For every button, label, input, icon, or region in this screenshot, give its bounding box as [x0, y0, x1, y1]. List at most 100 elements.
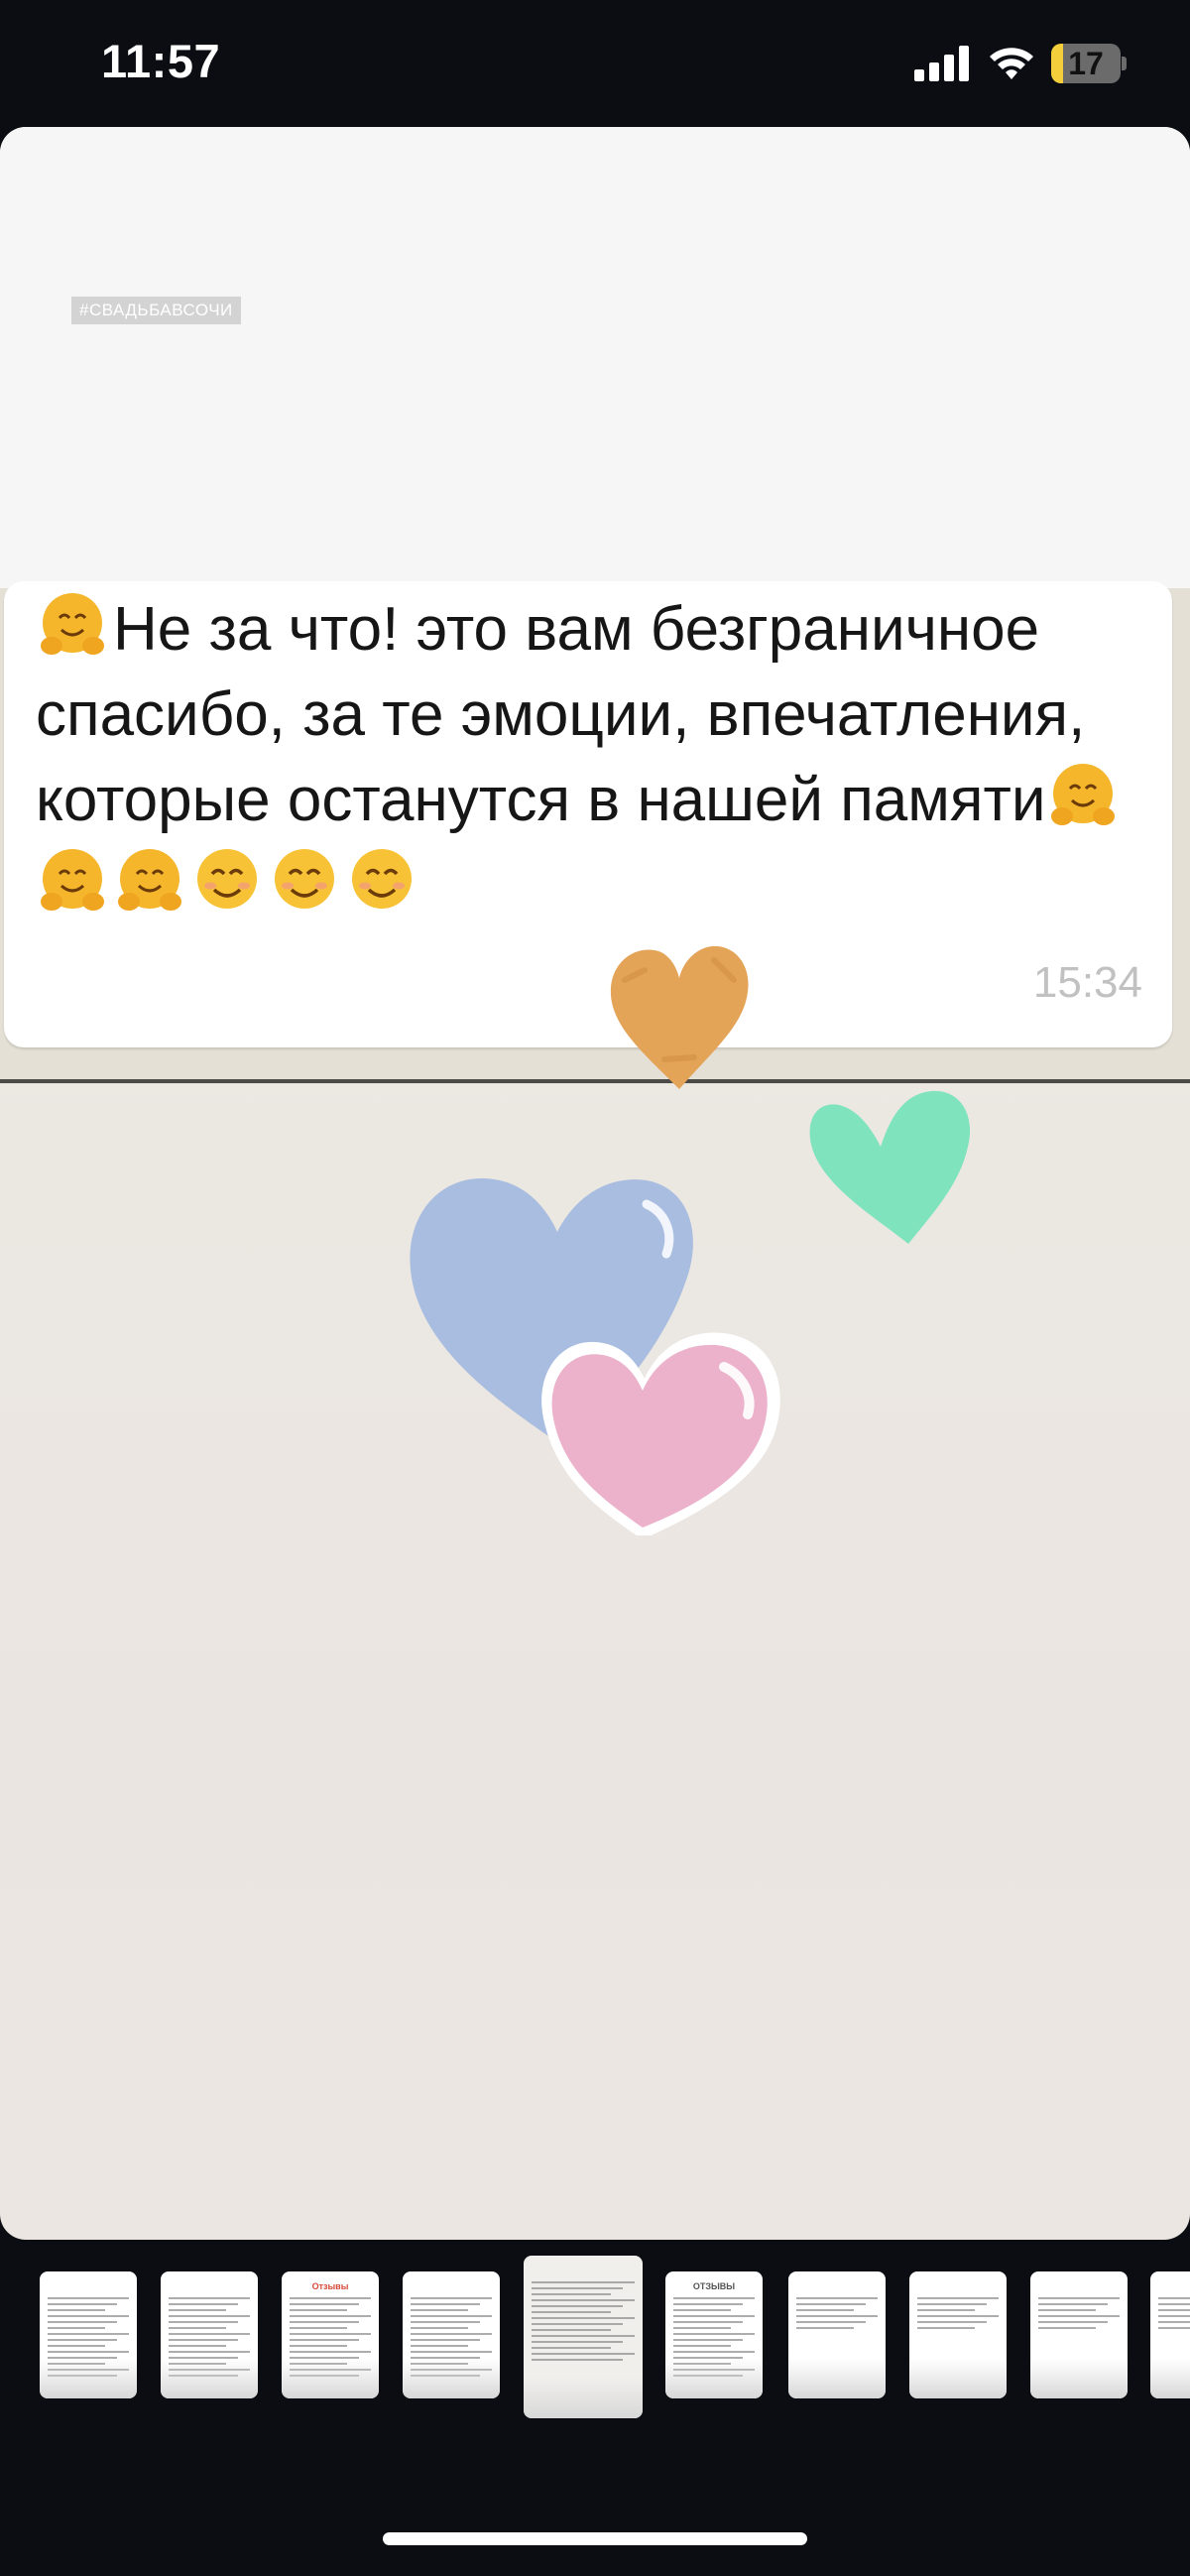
chat-message-text: Не за что! это вам безграничное спасибо,…: [36, 595, 1086, 834]
thumbnail-text-line: [411, 2333, 492, 2335]
thumbnail-text-line: [532, 2287, 623, 2289]
heart-pair-sticker[interactable]: [397, 1159, 853, 1539]
status-bar: 11:57 17: [0, 0, 1190, 127]
thumbnail-text-line: [411, 2309, 468, 2311]
pink-heart-sticker: [541, 1332, 780, 1539]
thumbnail-text-line: [1158, 2303, 1190, 2305]
thumbnail-text-line: [290, 2297, 371, 2299]
thumbnail-text-line: [917, 2309, 975, 2311]
thumbnail-text-line: [532, 2329, 611, 2331]
chat-message-bubble: Не за что! это вам безграничное спасибо,…: [4, 581, 1172, 1047]
story-header-area: #СВАДЬБАВСОЧИ: [0, 127, 1190, 588]
thumbnail-shade: [665, 2359, 763, 2398]
thumbnail-text-line: [1158, 2327, 1190, 2329]
thumbnail-text-line: [796, 2327, 854, 2329]
story-thumbnail[interactable]: [40, 2271, 137, 2398]
story-thumbnail[interactable]: [403, 2271, 500, 2398]
story-thumbnail[interactable]: Отзывы: [282, 2271, 379, 2398]
thumbnail-text-line: [411, 2351, 492, 2353]
thumbnail-text-line: [169, 2297, 250, 2299]
thumbnail-text-line: [532, 2293, 611, 2295]
chat-message: Не за что! это вам безграничное спасибо,…: [36, 587, 1146, 928]
thumbnail-text-line: [169, 2303, 238, 2305]
thumbnail-shade: [1150, 2359, 1190, 2398]
thumbnail-text-line: [290, 2339, 359, 2341]
battery-level: 17: [1068, 46, 1104, 81]
story-thumbnail[interactable]: [1150, 2271, 1190, 2398]
story-thumbnail[interactable]: ОТЗЫВЫ: [665, 2271, 763, 2398]
thumbnail-text-line: [411, 2321, 480, 2323]
story-thumbnail[interactable]: [788, 2271, 886, 2398]
thumbnail-text-line: [290, 2309, 347, 2311]
thumbnail-text-line: [169, 2309, 226, 2311]
story-thumbnail[interactable]: [909, 2271, 1007, 2398]
thumbnail-title: ОТЗЫВЫ: [692, 2281, 736, 2291]
hugging-face-emoji: [36, 844, 109, 918]
wifi-icon: [988, 44, 1035, 81]
story-thumbnail[interactable]: [161, 2271, 258, 2398]
thumbnail-text-line: [673, 2339, 743, 2341]
thumbnail-text-line: [917, 2321, 987, 2323]
story-thumbnail[interactable]: [524, 2256, 643, 2418]
thumbnail-text-line: [169, 2321, 238, 2323]
hugging-face-emoji: [1046, 759, 1120, 832]
thumbnail-text-line: [532, 2299, 635, 2301]
chat-divider: [0, 1079, 1190, 1083]
thumbnail-text-line: [169, 2333, 250, 2335]
thumbnail-text-line: [1038, 2303, 1108, 2305]
story-thumbnail[interactable]: [1030, 2271, 1128, 2398]
thumbnail-text-line: [290, 2351, 371, 2353]
thumbnail-shade: [524, 2379, 643, 2418]
thumbnail-text-line: [1038, 2297, 1120, 2299]
thumbnail-text-line: [673, 2303, 743, 2305]
thumbnail-text-line: [673, 2351, 755, 2353]
thumbnail-text-line: [1158, 2297, 1190, 2299]
thumbnail-text-line: [1038, 2327, 1096, 2329]
thumbnail-text-line: [796, 2321, 866, 2323]
orange-heart-sticker[interactable]: [605, 940, 754, 1099]
battery-cap: [1122, 57, 1127, 70]
story-thumbnail-strip[interactable]: Отзывы ОТЗЫВЫ: [0, 2252, 1190, 2480]
thumbnail-text-line: [673, 2345, 731, 2347]
thumbnail-text-line: [673, 2315, 755, 2317]
thumbnail-text-line: [169, 2327, 226, 2329]
hashtag-label: #СВАДЬБАВСОЧИ: [71, 297, 241, 324]
thumbnail-text-line: [532, 2281, 635, 2283]
thumbnail-text-line: [48, 2315, 129, 2317]
thumbnail-text-line: [673, 2309, 731, 2311]
thumbnail-text-line: [917, 2297, 999, 2299]
thumbnail-text-line: [673, 2333, 755, 2335]
thumbnail-text-line: [290, 2345, 347, 2347]
home-indicator[interactable]: [383, 2532, 807, 2545]
thumbnail-text-line: [48, 2303, 117, 2305]
thumbnail-text-line: [48, 2327, 105, 2329]
thumbnail-text-line: [1158, 2315, 1190, 2317]
thumbnail-text-line: [411, 2297, 492, 2299]
thumbnail-text-line: [532, 2323, 623, 2325]
thumbnail-text-line: [673, 2321, 743, 2323]
thumbnail-text-line: [917, 2303, 987, 2305]
hugging-face-emoji: [113, 844, 186, 918]
thumbnail-text-line: [290, 2321, 359, 2323]
thumbnail-text-line: [796, 2303, 866, 2305]
story-view[interactable]: #СВАДЬБАВСОЧИ Не за что! это вам безгран…: [0, 127, 1190, 2240]
thumbnail-text-line: [169, 2339, 238, 2341]
thumbnail-text-line: [532, 2353, 635, 2355]
thumbnail-shade: [40, 2359, 137, 2398]
thumbnail-text-line: [1038, 2321, 1108, 2323]
thumbnail-text-line: [48, 2309, 105, 2311]
thumbnail-text-line: [411, 2339, 480, 2341]
thumbnail-text-line: [796, 2315, 878, 2317]
thumbnail-text-line: [796, 2309, 854, 2311]
thumbnail-shade: [282, 2359, 379, 2398]
thumbnail-text-line: [532, 2317, 635, 2319]
thumbnail-shade: [1030, 2359, 1128, 2398]
thumbnail-text-line: [290, 2315, 371, 2317]
smiling-face-emoji: [345, 844, 418, 918]
thumbnail-text-line: [796, 2297, 878, 2299]
thumbnail-text-line: [290, 2303, 359, 2305]
thumbnail-text-line: [532, 2359, 623, 2361]
thumbnail-text-line: [1158, 2321, 1190, 2323]
thumbnail-text-line: [1038, 2309, 1096, 2311]
thumbnail-text-line: [673, 2327, 731, 2329]
